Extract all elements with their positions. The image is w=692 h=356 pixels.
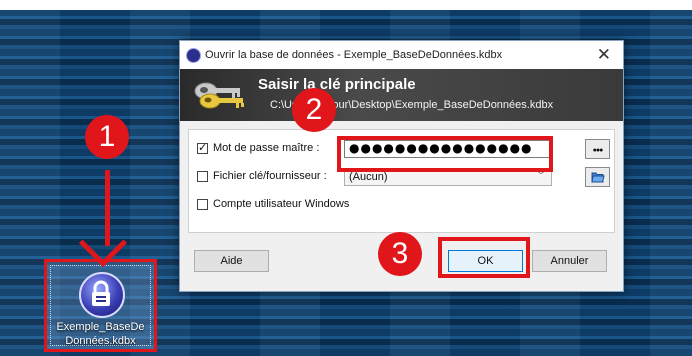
dialog-title: Ouvrir la base de données - Exemple_Base… (205, 49, 503, 61)
step-marker-1: 1 (85, 115, 129, 159)
keyfile-value: (Aucun) (349, 171, 388, 183)
dialog-titlebar[interactable]: Ouvrir la base de données - Exemple_Base… (180, 41, 623, 69)
keyfile-checkbox[interactable] (197, 170, 208, 182)
ok-highlight (438, 237, 530, 278)
keepass-title-icon (186, 48, 201, 63)
banner-title: Saisir la clé principale (258, 76, 416, 93)
folder-icon (590, 172, 605, 183)
dialog-banner: Saisir la clé principale C:\Users\Amour\… (180, 69, 623, 121)
password-row: Mot de passe maître : (197, 141, 320, 154)
desktop-file-label: Exemple_BaseDe Données.kdbx (56, 321, 145, 347)
browse-keyfile-button[interactable] (585, 167, 610, 187)
keepass-lock-icon (79, 272, 125, 318)
show-password-button[interactable]: ●●● (585, 139, 610, 159)
close-icon[interactable]: ✕ (597, 45, 611, 65)
dots-icon: ●●● (592, 147, 604, 154)
help-button[interactable]: Aide (194, 250, 269, 272)
lock-icon (92, 280, 110, 306)
keyfile-row: Fichier clé/fournisseur : (197, 170, 327, 182)
keyfile-label: Fichier clé/fournisseur : (213, 170, 327, 182)
cancel-button[interactable]: Annuler (532, 250, 607, 272)
password-highlight (337, 136, 553, 172)
step-marker-3: 3 (378, 232, 422, 276)
keys-icon (194, 82, 244, 109)
windows-account-row: Compte utilisateur Windows (197, 198, 349, 210)
desktop-file-icon[interactable]: Exemple_BaseDe Données.kdbx (44, 259, 157, 352)
windows-account-checkbox[interactable] (197, 198, 208, 210)
password-checkbox[interactable] (197, 141, 208, 154)
password-label: Mot de passe maître : (213, 142, 320, 154)
top-strip (0, 0, 692, 10)
step-marker-2: 2 (292, 88, 336, 132)
windows-account-label: Compte utilisateur Windows (213, 198, 350, 210)
